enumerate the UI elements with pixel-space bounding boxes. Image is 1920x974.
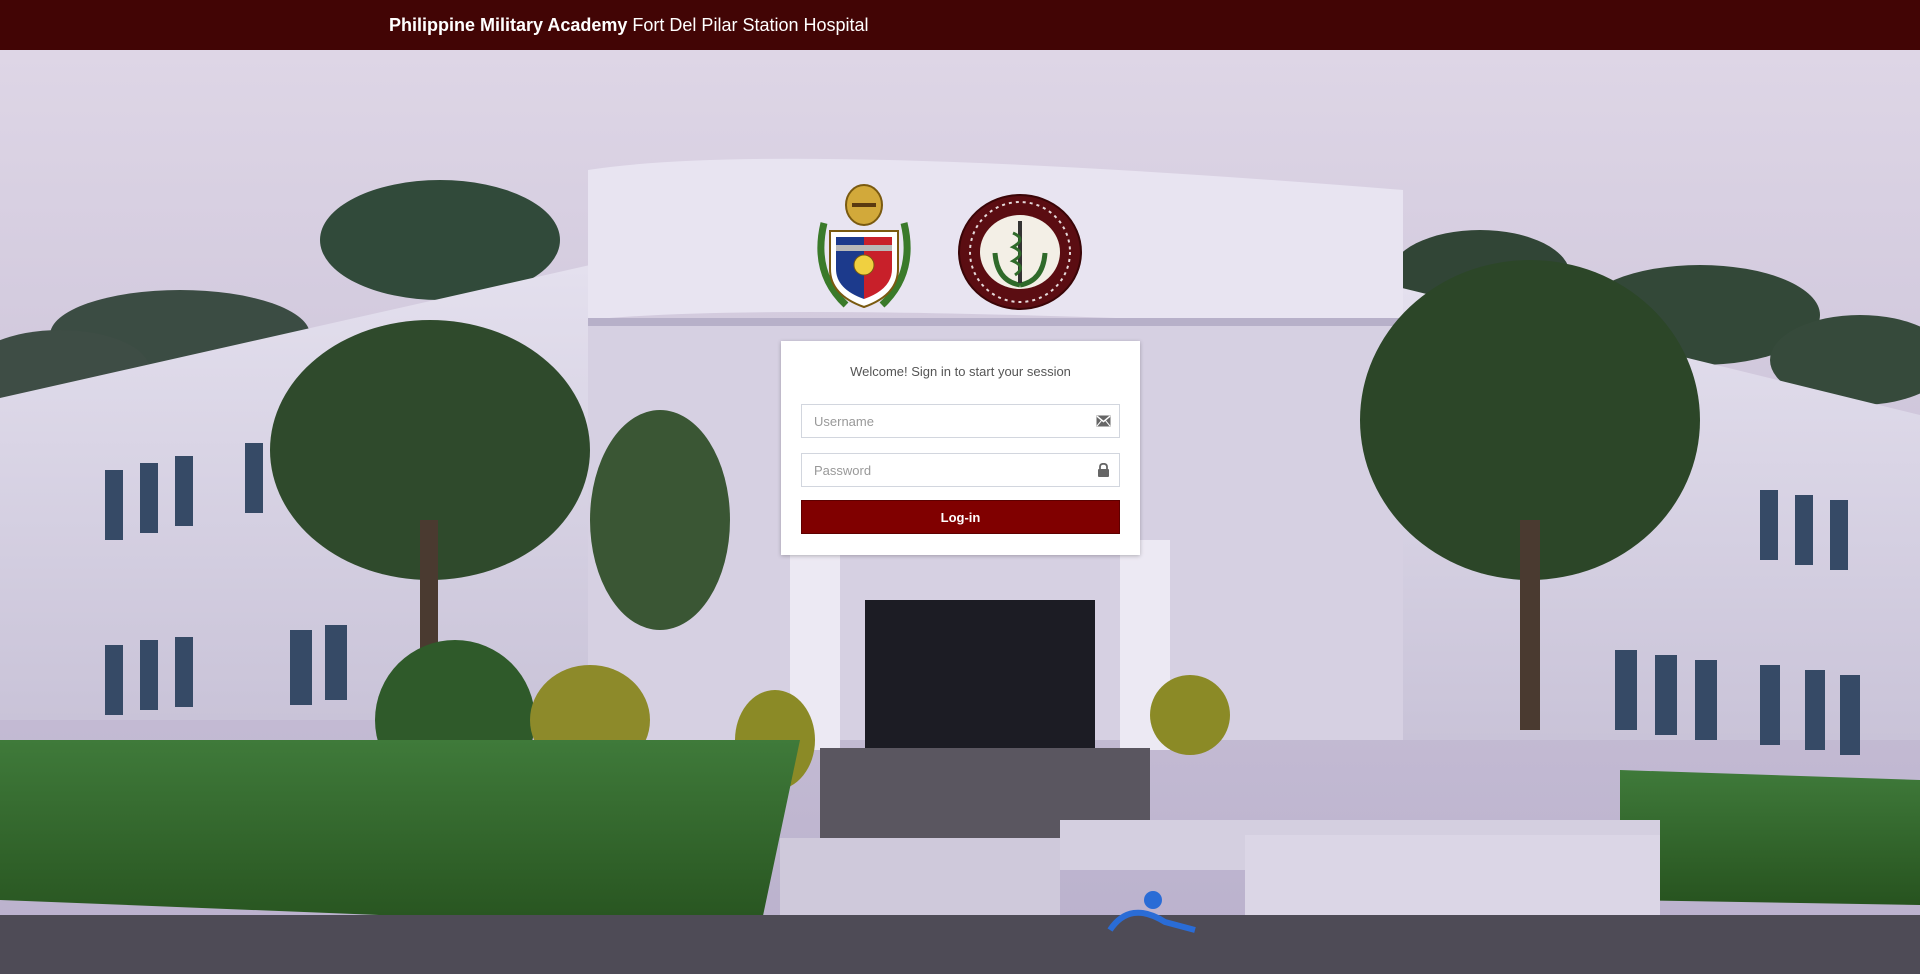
lock-icon — [1096, 462, 1111, 477]
navbar-brand[interactable]: Philippine Military Academy Fort Del Pil… — [389, 0, 869, 50]
pma-crest-logo — [806, 183, 922, 315]
envelope-icon — [1096, 414, 1111, 428]
top-navbar: Philippine Military Academy Fort Del Pil… — [0, 0, 1920, 50]
fort-del-pilar-hospital-seal — [957, 193, 1083, 311]
brand-academy-name: Philippine Military Academy — [389, 15, 628, 35]
brand-hospital-name: Fort Del Pilar Station Hospital — [632, 15, 869, 35]
password-input[interactable] — [801, 453, 1120, 487]
login-box: Welcome! Sign in to start your session L… — [781, 341, 1140, 555]
password-field-group — [801, 453, 1120, 487]
username-input[interactable] — [801, 404, 1120, 438]
login-box-message: Welcome! Sign in to start your session — [850, 364, 1071, 379]
login-button[interactable]: Log-in — [801, 500, 1120, 534]
username-field-group — [801, 404, 1120, 438]
